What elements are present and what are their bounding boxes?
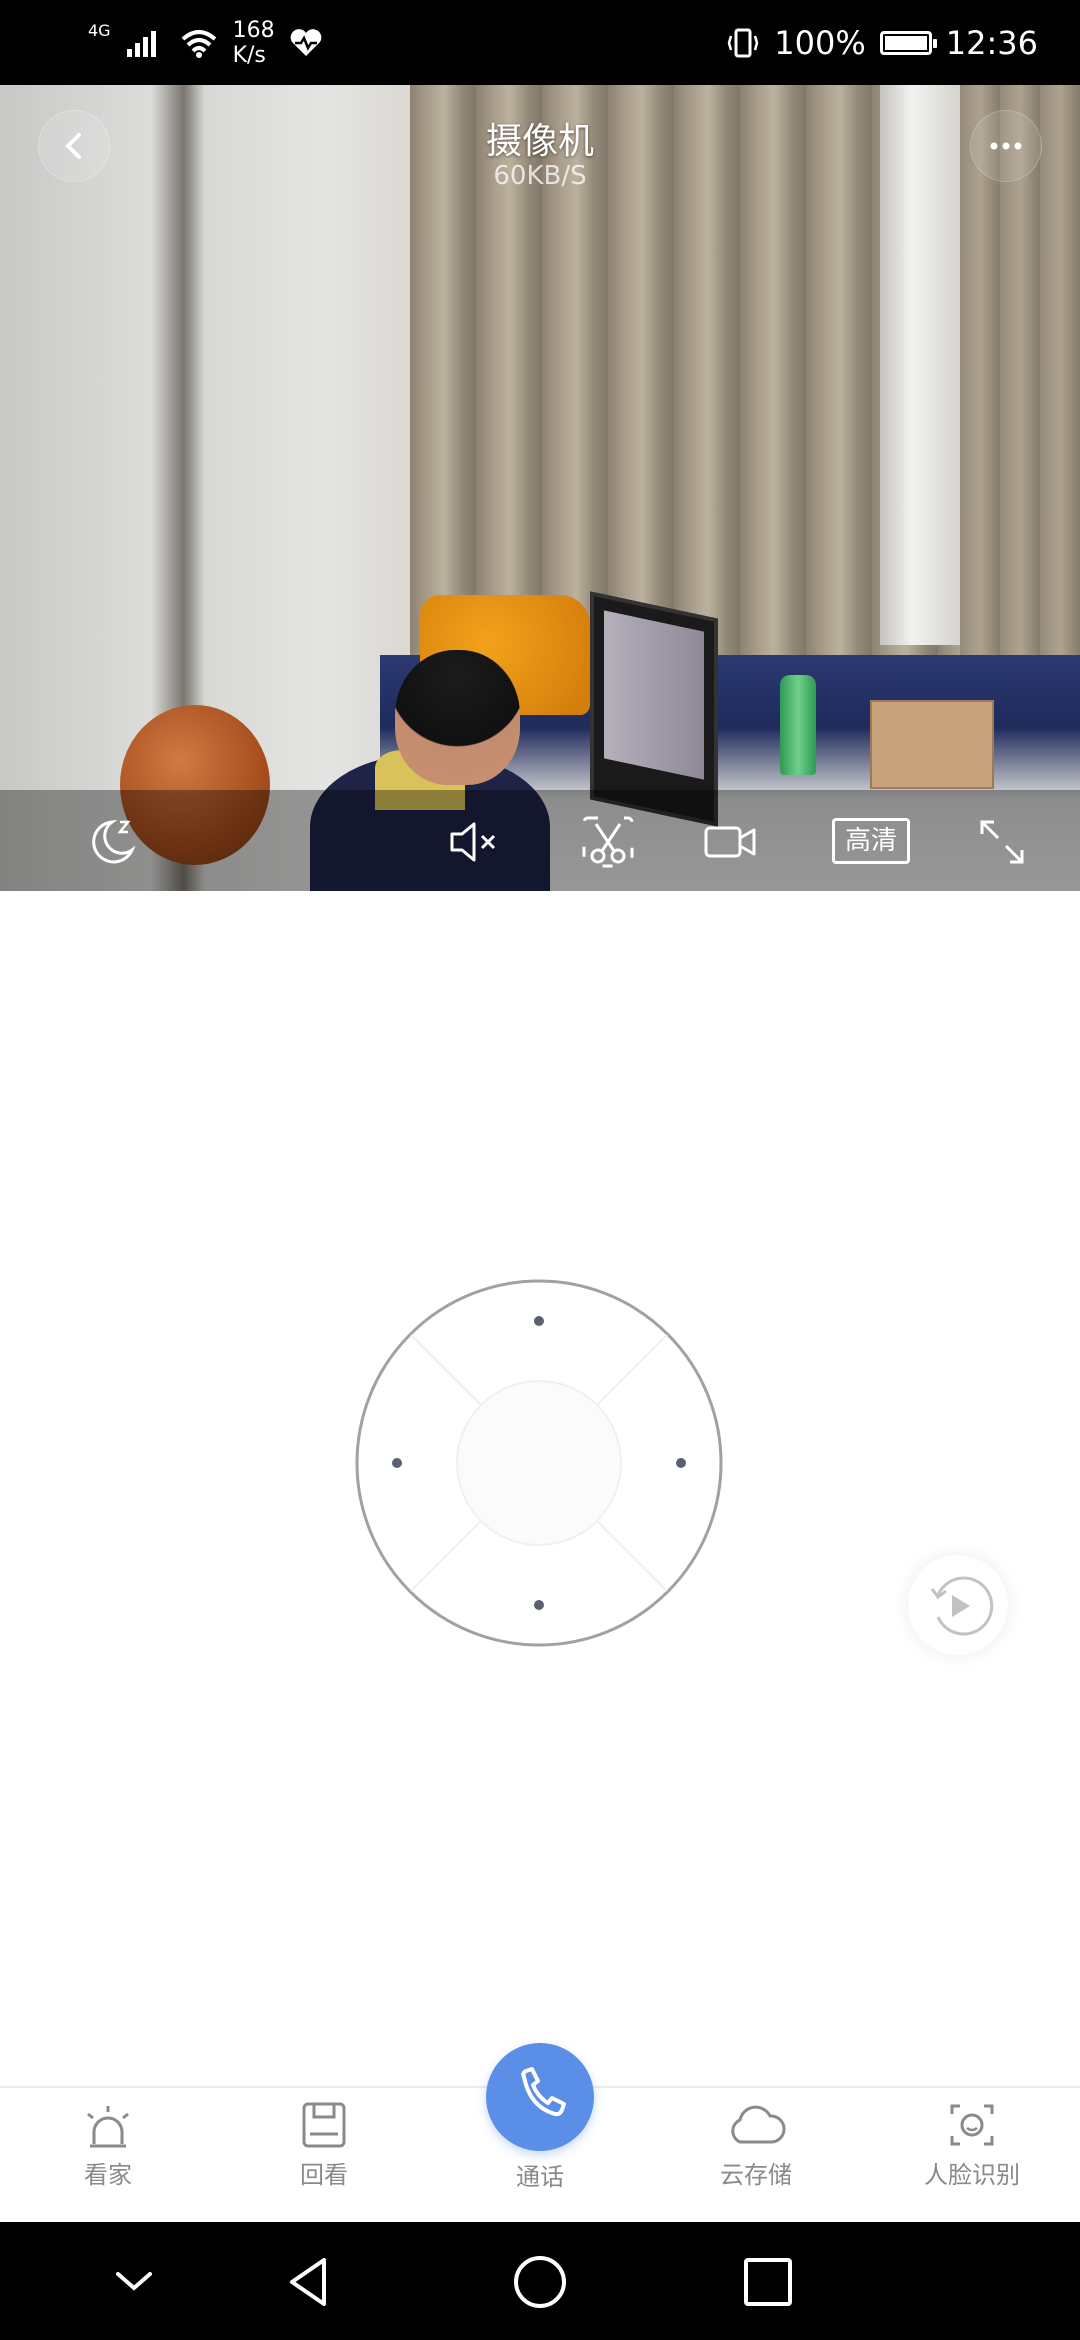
scene-box [870, 700, 994, 789]
battery-percent: 100% [774, 24, 866, 62]
status-right: 100% 12:36 [726, 18, 1038, 68]
battery-icon [879, 31, 937, 55]
network-type: 4G [88, 21, 111, 40]
tab-face-recognition[interactable]: 人脸识别 [892, 2100, 1052, 2210]
vibrate-icon [727, 28, 759, 58]
video-bitrate: 60KB/S [493, 161, 587, 191]
alarm-icon [87, 2106, 129, 2148]
status-left: 4G 168 K/s [88, 18, 323, 68]
mute-icon[interactable] [444, 812, 504, 872]
health-heart-icon [290, 29, 321, 56]
cloud-icon [731, 2105, 786, 2144]
clock: 12:36 [945, 24, 1038, 62]
more-button[interactable] [970, 110, 1042, 182]
video-control-bar [0, 790, 1080, 891]
replay-icon [930, 1576, 994, 1636]
phone-icon [521, 2067, 566, 2117]
screenshot-scissors-icon[interactable] [578, 812, 638, 872]
record-video-icon[interactable] [700, 812, 760, 872]
network-speed: 168 K/s [233, 18, 275, 68]
tab-playback[interactable]: 回看 [244, 2100, 404, 2210]
speed-unit: K/s [232, 43, 266, 68]
wifi-icon [181, 30, 216, 58]
face-recognition-icon [950, 2104, 994, 2146]
tab-cloud-storage[interactable]: 云存储 [676, 2100, 836, 2210]
fullscreen-icon[interactable] [972, 812, 1032, 872]
more-dots-icon [990, 142, 1022, 150]
tab-call-label[interactable]: 通话 [460, 2162, 620, 2192]
tab-label: 看家 [84, 2161, 132, 2189]
night-mode-icon[interactable] [80, 812, 140, 872]
hide-keyboard-chevron-icon[interactable] [102, 2250, 166, 2314]
scene-person-head [395, 650, 520, 785]
camera-video-feed[interactable] [0, 85, 1080, 891]
ptz-left-dot[interactable] [392, 1458, 402, 1468]
home-circle-icon[interactable] [508, 2250, 572, 2314]
call-button[interactable] [486, 2043, 594, 2151]
ptz-down-dot[interactable] [534, 1600, 544, 1610]
playback-icon [302, 2102, 346, 2148]
tab-label: 云存储 [720, 2161, 792, 2189]
ptz-up-dot[interactable] [534, 1316, 544, 1326]
replay-button[interactable] [908, 1555, 1008, 1655]
tab-label: 回看 [300, 2161, 348, 2189]
ptz-joystick[interactable] [354, 1278, 724, 1648]
scene-bottle [780, 675, 816, 775]
tab-home-guard[interactable]: 看家 [28, 2100, 188, 2210]
speed-value: 168 [232, 18, 275, 43]
status-bar: 4G 168 K/s 100% 12:36 [0, 0, 1080, 85]
camera-title: 摄像机 [485, 121, 594, 162]
signal-icon [126, 31, 156, 57]
quality-toggle[interactable]: 高清 [832, 818, 910, 864]
battery-fill [884, 36, 927, 50]
tab-label: 人脸识别 [924, 2161, 1020, 2189]
back-triangle-icon[interactable] [278, 2250, 342, 2314]
recents-square-icon[interactable] [736, 2250, 800, 2314]
ptz-right-dot[interactable] [676, 1458, 686, 1468]
